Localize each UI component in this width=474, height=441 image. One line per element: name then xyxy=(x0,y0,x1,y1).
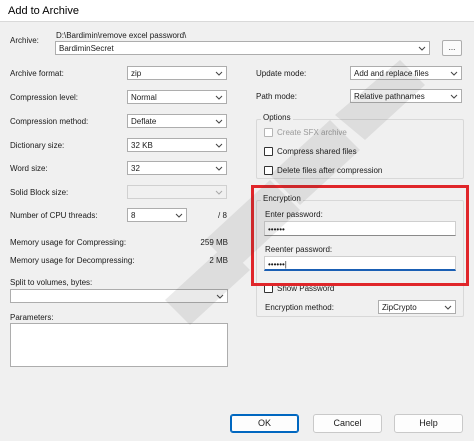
create-sfx-label: Create SFX archive xyxy=(277,128,347,137)
encryption-method-value: ZipCrypto xyxy=(382,303,417,312)
checkbox-icon xyxy=(264,166,273,175)
compression-level-select[interactable]: Normal xyxy=(127,90,227,104)
compression-method-label: Compression method: xyxy=(10,117,89,126)
chevron-down-icon xyxy=(216,292,224,300)
compress-shared-checkbox[interactable]: Compress shared files xyxy=(264,146,444,158)
chevron-down-icon xyxy=(215,93,223,101)
memory-decompress-value: 2 MB xyxy=(209,256,228,265)
chevron-down-icon xyxy=(215,117,223,125)
cpu-threads-value: 8 xyxy=(131,211,136,220)
compression-level-label: Compression level: xyxy=(10,93,79,102)
encryption-method-select[interactable]: ZipCrypto xyxy=(378,300,456,314)
cpu-threads-label: Number of CPU threads: xyxy=(10,211,98,220)
browse-button[interactable]: ... xyxy=(442,40,462,56)
chevron-down-icon xyxy=(175,211,183,219)
chevron-down-icon xyxy=(418,44,426,52)
update-mode-value: Add and replace files xyxy=(354,69,429,78)
word-size-label: Word size: xyxy=(10,164,48,173)
archive-name-value: BardiminSecret xyxy=(59,44,114,53)
ok-button[interactable]: OK xyxy=(230,414,299,433)
memory-compress-value: 259 MB xyxy=(200,238,228,247)
update-mode-label: Update mode: xyxy=(256,69,307,78)
archive-format-label: Archive format: xyxy=(10,69,64,78)
cpu-threads-select[interactable]: 8 xyxy=(127,208,187,222)
encryption-highlight-box xyxy=(251,185,469,286)
archive-path: D:\Bardimin\remove excel password\ xyxy=(56,31,187,40)
title-bar: Add to Archive xyxy=(0,0,474,22)
solid-block-select[interactable] xyxy=(127,185,227,199)
encryption-method-label: Encryption method: xyxy=(265,303,334,312)
memory-decompress-label: Memory usage for Decompressing: xyxy=(10,256,135,265)
compress-shared-label: Compress shared files xyxy=(277,147,357,156)
archive-format-value: zip xyxy=(131,69,142,78)
create-sfx-checkbox[interactable]: Create SFX archive xyxy=(264,127,444,139)
parameters-label: Parameters: xyxy=(10,313,54,322)
dictionary-size-label: Dictionary size: xyxy=(10,141,65,150)
path-mode-select[interactable]: Relative pathnames xyxy=(350,89,462,103)
options-title: Options xyxy=(261,113,293,122)
chevron-down-icon xyxy=(215,188,223,196)
checkbox-icon xyxy=(264,128,273,137)
checkbox-icon xyxy=(264,147,273,156)
memory-compress-label: Memory usage for Compressing: xyxy=(10,238,127,247)
word-size-value: 32 xyxy=(131,164,140,173)
archive-format-select[interactable]: zip xyxy=(127,66,227,80)
update-mode-select[interactable]: Add and replace files xyxy=(350,66,462,80)
parameters-input[interactable] xyxy=(10,323,228,367)
delete-after-checkbox[interactable]: Delete files after compression xyxy=(264,165,444,177)
split-volumes-combo[interactable] xyxy=(10,289,228,303)
chevron-down-icon xyxy=(450,69,458,77)
path-mode-label: Path mode: xyxy=(256,92,297,101)
chevron-down-icon xyxy=(444,303,452,311)
chevron-down-icon xyxy=(215,69,223,77)
delete-after-label: Delete files after compression xyxy=(277,166,383,175)
archive-name-combo[interactable]: BardiminSecret xyxy=(55,41,430,55)
chevron-down-icon xyxy=(215,141,223,149)
cancel-button[interactable]: Cancel xyxy=(313,414,382,433)
window-title: Add to Archive xyxy=(8,5,79,17)
chevron-down-icon xyxy=(215,164,223,172)
path-mode-value: Relative pathnames xyxy=(354,92,425,101)
compression-level-value: Normal xyxy=(131,93,157,102)
compression-method-select[interactable]: Deflate xyxy=(127,114,227,128)
dictionary-size-select[interactable]: 32 KB xyxy=(127,138,227,152)
help-button[interactable]: Help xyxy=(394,414,463,433)
word-size-select[interactable]: 32 xyxy=(127,161,227,175)
compression-method-value: Deflate xyxy=(131,117,157,126)
cpu-threads-total: / 8 xyxy=(218,211,227,220)
dictionary-size-value: 32 KB xyxy=(131,141,153,150)
solid-block-label: Solid Block size: xyxy=(10,188,69,197)
split-volumes-label: Split to volumes, bytes: xyxy=(10,278,93,287)
chevron-down-icon xyxy=(450,92,458,100)
archive-label: Archive: xyxy=(10,36,39,45)
